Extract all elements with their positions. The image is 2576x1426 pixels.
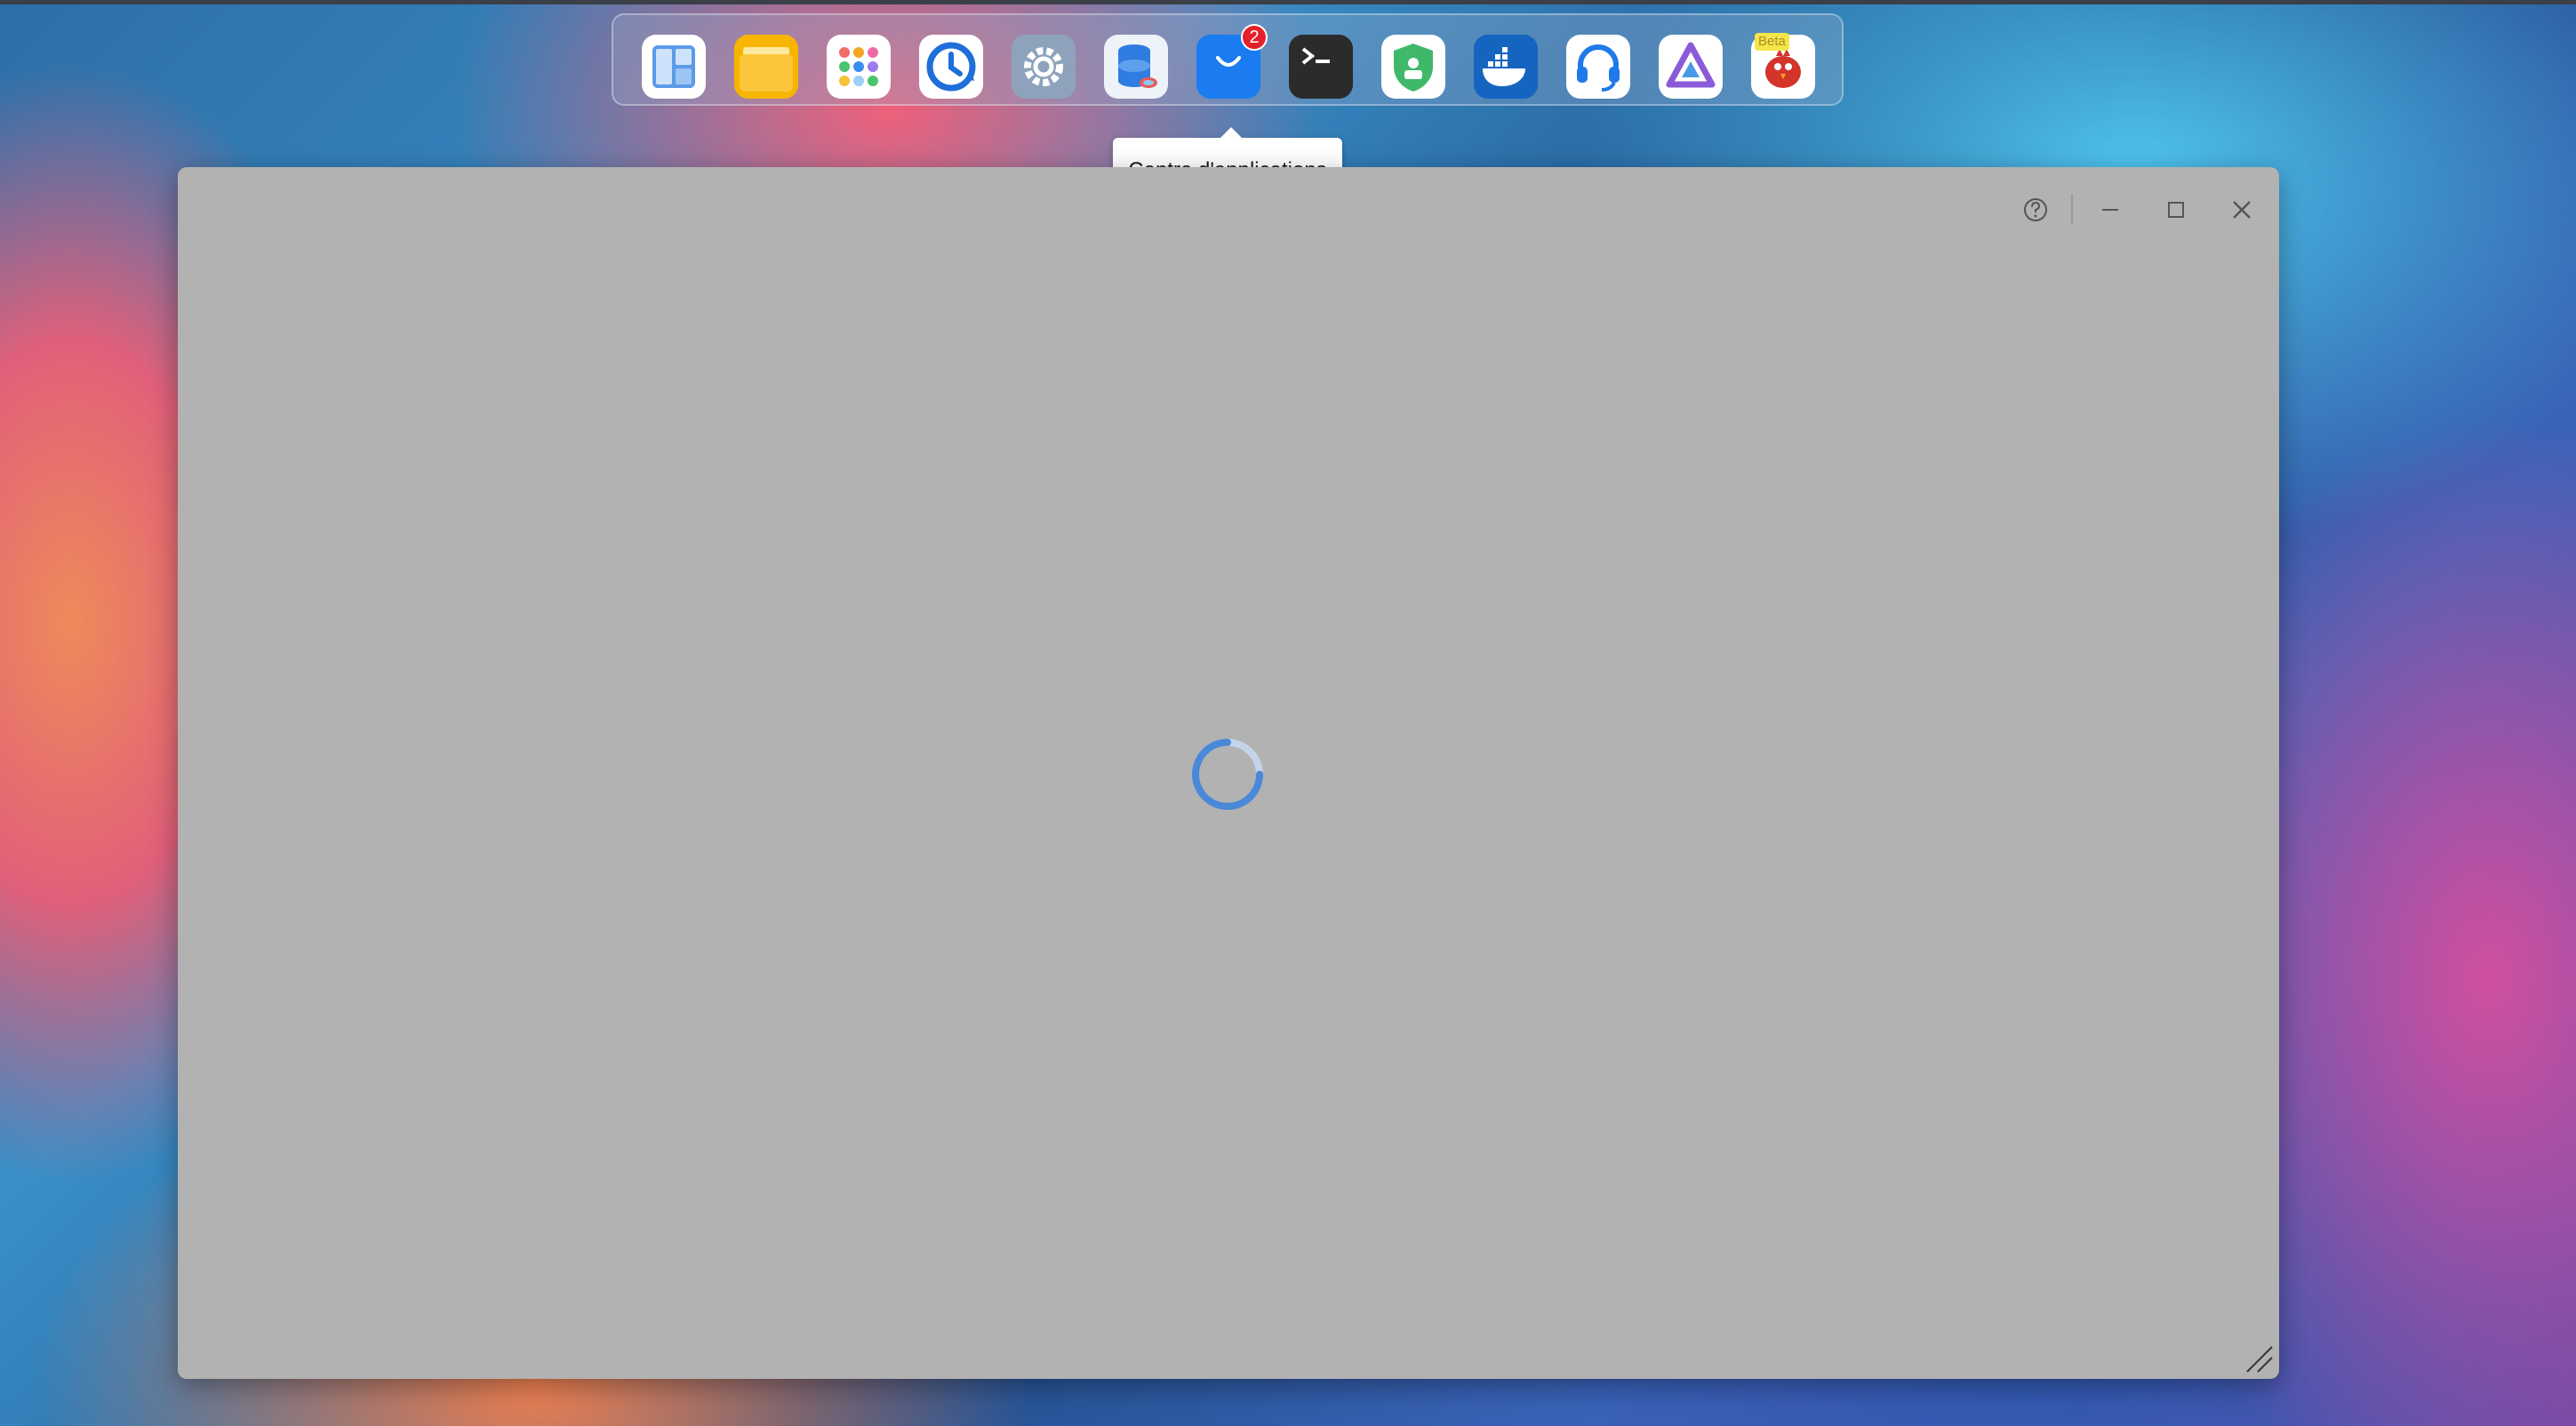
resize-handle-icon[interactable] bbox=[2244, 1343, 2274, 1374]
docker-app-icon[interactable] bbox=[1474, 35, 1538, 99]
app-launcher-icon[interactable] bbox=[827, 35, 891, 99]
notification-badge: 2 bbox=[1241, 24, 1268, 51]
help-button[interactable] bbox=[2018, 192, 2053, 228]
app-center-bag-icon[interactable]: 2 bbox=[1196, 24, 1268, 99]
security-shield-app-icon[interactable] bbox=[1381, 35, 1445, 99]
file-manager-app-icon[interactable] bbox=[734, 35, 798, 99]
dock: 2 Beta bbox=[612, 13, 1844, 106]
minimize-button[interactable] bbox=[2092, 192, 2128, 228]
help-icon bbox=[2024, 198, 2047, 221]
dashboard-app-icon[interactable] bbox=[642, 35, 706, 99]
controls-divider bbox=[2071, 194, 2073, 224]
minimize-icon bbox=[2102, 209, 2118, 211]
maximize-button[interactable] bbox=[2158, 192, 2194, 228]
terminal-app-icon[interactable] bbox=[1289, 35, 1353, 99]
close-icon bbox=[2233, 201, 2251, 219]
support-headset-app-icon[interactable] bbox=[1566, 35, 1630, 99]
maximize-icon bbox=[2168, 202, 2184, 218]
jellyfin-app-icon[interactable] bbox=[1659, 35, 1723, 99]
top-bar bbox=[0, 0, 2576, 4]
beta-tag: Beta bbox=[1755, 33, 1789, 51]
bird-app-icon[interactable]: Beta bbox=[1751, 33, 1815, 99]
storage-manager-app-icon[interactable] bbox=[1104, 35, 1168, 99]
close-button[interactable] bbox=[2224, 192, 2260, 228]
app-window bbox=[178, 167, 2279, 1379]
loading-spinner-icon bbox=[1192, 739, 1263, 810]
settings-gear-app-icon[interactable] bbox=[1012, 35, 1076, 99]
backup-clock-app-icon[interactable] bbox=[919, 35, 983, 99]
